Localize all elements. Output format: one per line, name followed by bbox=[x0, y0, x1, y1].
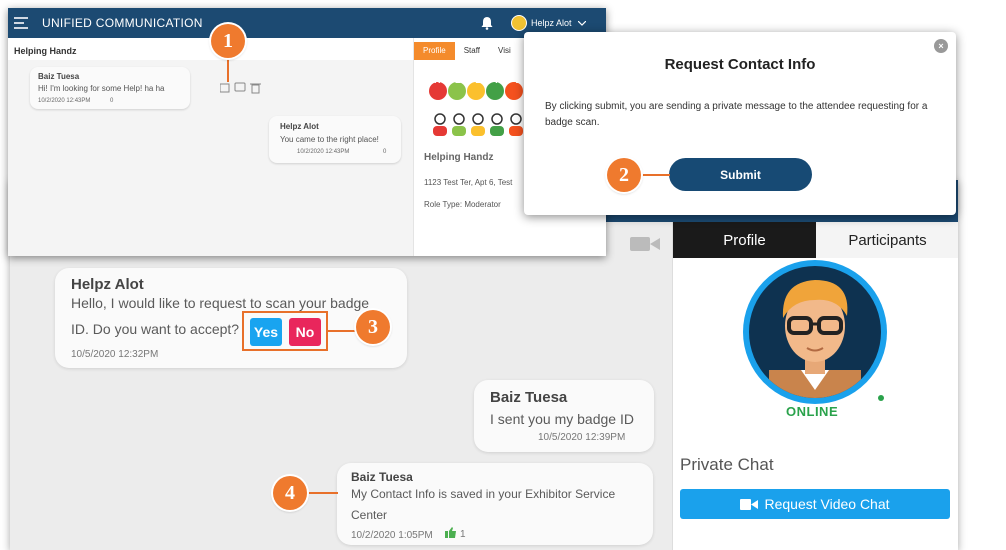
comment-icon[interactable] bbox=[234, 82, 246, 94]
message-sender: Baiz Tuesa bbox=[38, 72, 80, 81]
request-contact-modal: × Request Contact Info By clicking submi… bbox=[524, 32, 956, 215]
message-sender: Baiz Tuesa bbox=[351, 470, 413, 484]
modal-title: Request Contact Info bbox=[664, 56, 816, 73]
profile-tabs: Profile Staff Visi bbox=[414, 42, 520, 60]
callout-leader bbox=[640, 174, 670, 176]
video-camera-icon bbox=[740, 498, 759, 510]
private-chat-heading: Private Chat bbox=[680, 455, 774, 474]
chat-message: Baiz Tuesa My Contact Info is saved in y… bbox=[337, 463, 653, 545]
user-avatar[interactable] bbox=[511, 15, 527, 31]
chat-message: Helpz Alot You came to the right place! … bbox=[269, 116, 401, 163]
menu-icon[interactable] bbox=[14, 17, 28, 29]
callout-1: 1 bbox=[211, 24, 245, 58]
chat-window-small: UNIFIED COMMUNICATION Helpz Alot Helping… bbox=[8, 8, 606, 256]
request-video-chat-label: Request Video Chat bbox=[764, 496, 890, 512]
callout-leader bbox=[227, 56, 229, 82]
room-title: Helping Handz bbox=[14, 46, 77, 56]
message-text: You came to the right place! bbox=[280, 135, 379, 144]
online-indicator bbox=[878, 395, 884, 401]
tab-visitors[interactable]: Visi bbox=[489, 42, 520, 60]
logo-letter: D bbox=[515, 75, 522, 85]
callout-4: 4 bbox=[273, 476, 307, 510]
chat-message: Baiz Tuesa Hi! I'm looking for some Help… bbox=[30, 67, 190, 109]
close-icon[interactable]: × bbox=[934, 39, 948, 53]
callout-leader bbox=[306, 492, 338, 494]
exhibitor-role: Role Type: Moderator bbox=[424, 200, 501, 209]
message-sender: Baiz Tuesa bbox=[490, 389, 568, 406]
message-text: ID. Do you want to accept? bbox=[71, 321, 240, 337]
chevron-down-icon[interactable] bbox=[578, 21, 586, 26]
like-count: 1 bbox=[460, 529, 466, 540]
logo-letter: H bbox=[434, 75, 441, 85]
request-video-chat-button[interactable]: Request Video Chat bbox=[680, 489, 950, 519]
exhibitor-address: 1123 Test Ter, Apt 6, Test bbox=[424, 178, 513, 187]
user-name[interactable]: Helpz Alot bbox=[531, 18, 572, 28]
tab-staff[interactable]: Staff bbox=[455, 42, 489, 60]
message-text: Hi! I'm looking for some Help! ha ha bbox=[38, 84, 165, 93]
thumbs-up-icon[interactable] bbox=[445, 527, 457, 538]
message-timestamp: 10/5/2020 12:32PM bbox=[71, 349, 159, 360]
video-camera-icon[interactable] bbox=[630, 235, 660, 253]
like-count: 0 bbox=[383, 149, 387, 155]
bell-icon[interactable] bbox=[480, 16, 494, 30]
trash-icon[interactable] bbox=[249, 82, 260, 94]
contact-card-icon[interactable] bbox=[220, 82, 231, 94]
tab-profile[interactable]: Profile bbox=[414, 42, 455, 60]
highlight-box bbox=[242, 311, 328, 351]
callout-2: 2 bbox=[607, 158, 641, 192]
modal-body-text: By clicking submit, you are sending a pr… bbox=[545, 101, 928, 128]
logo-letter: L bbox=[475, 75, 481, 85]
tab-participants[interactable]: Participants bbox=[816, 222, 958, 258]
message-timestamp: 10/5/2020 12:39PM bbox=[538, 432, 626, 443]
chat-message: Helpz Alot Hello, I would like to reques… bbox=[55, 268, 407, 368]
exhibitor-name: Helping Handz bbox=[424, 152, 494, 163]
chat-message: Baiz Tuesa I sent you my badge ID 10/5/2… bbox=[474, 380, 654, 452]
message-sender: Helpz Alot bbox=[280, 122, 319, 131]
message-timestamp: 10/2/2020 1:05PM bbox=[351, 530, 433, 541]
logo-letter: P bbox=[495, 75, 502, 85]
message-text: My Contact Info is saved in your Exhibit… bbox=[351, 487, 616, 501]
profile-avatar bbox=[743, 260, 887, 404]
message-timestamp: 10/2/2020 12:43PM bbox=[297, 149, 350, 155]
submit-button[interactable]: Submit bbox=[669, 158, 812, 191]
callout-3: 3 bbox=[356, 310, 390, 344]
app-title: UNIFIED COMMUNICATION bbox=[42, 16, 203, 30]
like-count: 0 bbox=[110, 98, 114, 104]
message-text: I sent you my badge ID bbox=[490, 411, 634, 427]
message-timestamp: 10/2/2020 12:43PM bbox=[38, 98, 91, 104]
callout-leader bbox=[328, 330, 358, 332]
logo-letters: H E L P D bbox=[428, 75, 528, 93]
tab-profile[interactable]: Profile bbox=[673, 222, 816, 258]
online-status: ONLINE bbox=[786, 404, 839, 419]
message-text: Center bbox=[351, 508, 388, 522]
logo-letter: E bbox=[454, 75, 461, 85]
